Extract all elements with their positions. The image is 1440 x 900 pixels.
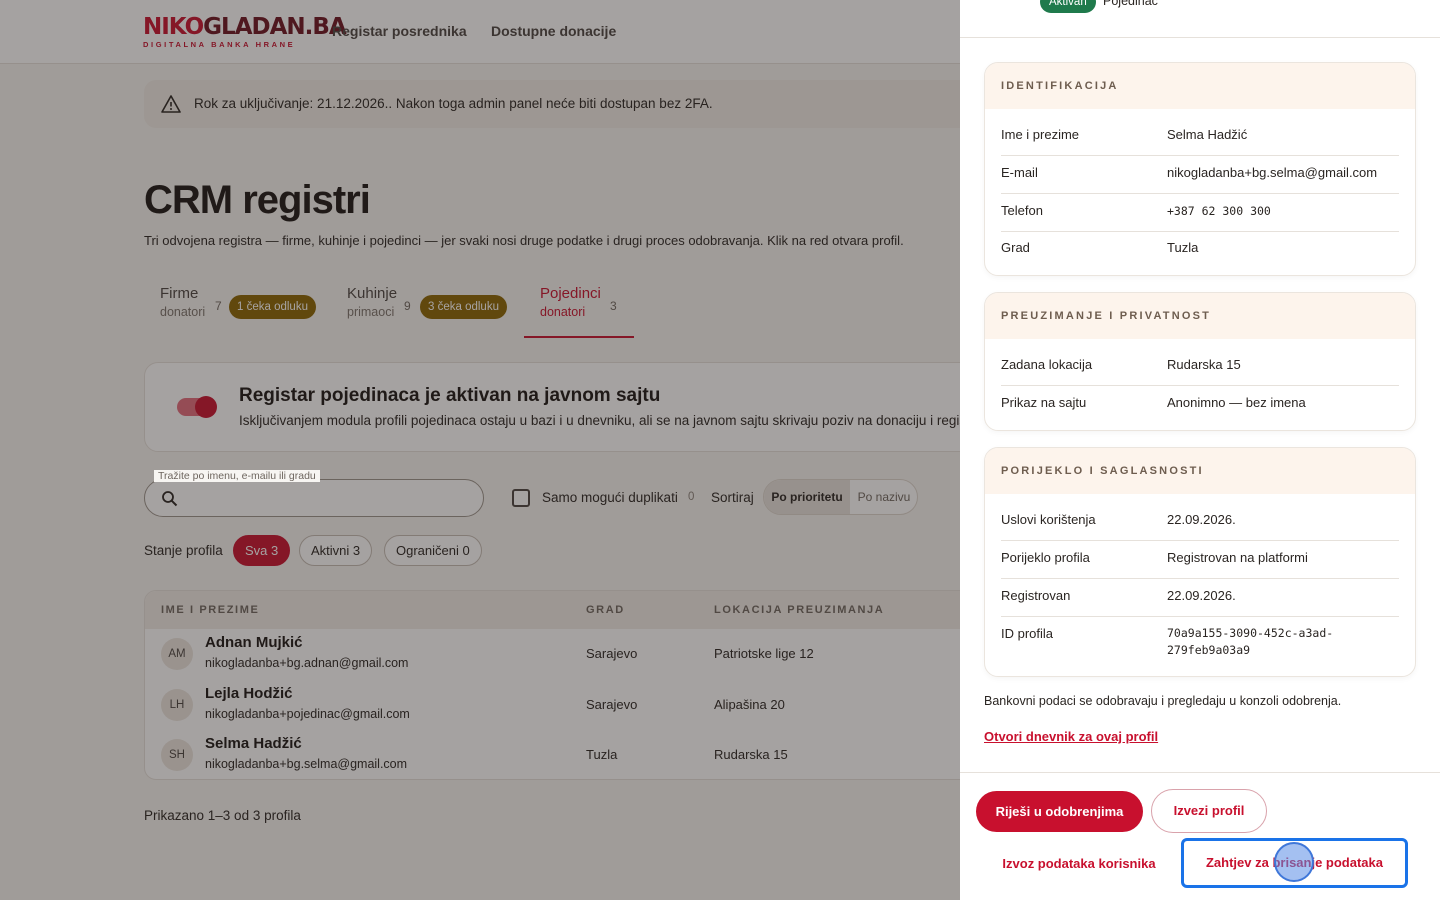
modal-backdrop[interactable] [0, 0, 960, 900]
detail-value: 22.09.2026. [1167, 512, 1236, 527]
open-audit-log-link[interactable]: Otvori dnevnik za ovaj profil [984, 729, 1158, 744]
pointer-cursor-indicator [1274, 842, 1314, 882]
detail-key: Zadana lokacija [1001, 357, 1093, 372]
detail-row: Grad Tuzla [1001, 232, 1399, 270]
detail-row: Zadana lokacija Rudarska 15 [1001, 339, 1399, 386]
detail-row: ID profila 70a9a155-3090-452c-a3ad-279fe… [1001, 617, 1399, 673]
detail-key: Uslovi korištenja [1001, 512, 1096, 527]
detail-value: Registrovan na platformi [1167, 550, 1308, 565]
status-badge: Aktivan [1040, 0, 1096, 13]
detail-key: Registrovan [1001, 588, 1071, 603]
detail-value: 22.09.2026. [1167, 588, 1236, 603]
detail-row: Uslovi korištenja 22.09.2026. [1001, 494, 1399, 541]
detail-key: Porijeklo profila [1001, 550, 1090, 565]
drawer-header: Aktivan Pojedinac [960, 0, 1440, 38]
detail-row: Registrovan 22.09.2026. [1001, 579, 1399, 617]
section-identification: IDENTIFIKACIJA Ime i prezime Selma Hadži… [984, 62, 1416, 276]
detail-value: Rudarska 15 [1167, 357, 1241, 372]
detail-row: Porijeklo profila Registrovan na platfor… [1001, 541, 1399, 579]
section-origin-consents: PORIJEKLO I SAGLASNOSTI Uslovi korištenj… [984, 447, 1416, 677]
detail-value: Tuzla [1167, 240, 1199, 255]
section-title: IDENTIFIKACIJA [985, 63, 1415, 109]
detail-value: Anonimno — bez imena [1167, 395, 1306, 410]
export-profile-button[interactable]: Izvezi profil [1151, 789, 1267, 833]
detail-row: Telefon +387 62 300 300 [1001, 194, 1399, 232]
detail-value: Selma Hadžić [1167, 127, 1248, 142]
detail-key: Telefon [1001, 203, 1043, 218]
detail-value: nikogladanba+bg.selma@gmail.com [1167, 165, 1378, 180]
detail-value: +387 62 300 300 [1167, 204, 1271, 218]
drawer-actions: Riješi u odobrenjima Izvezi profil Izvoz… [960, 772, 1440, 900]
profile-type: Pojedinac [1103, 0, 1158, 8]
detail-key: ID profila [1001, 626, 1054, 641]
detail-row: Prikaz na sajtu Anonimno — bez imena [1001, 386, 1399, 424]
section-pickup-privacy: PREUZIMANJE I PRIVATNOST Zadana lokacija… [984, 292, 1416, 431]
detail-key: Grad [1001, 240, 1030, 255]
detail-row: Ime i prezime Selma Hadžić [1001, 109, 1399, 156]
resolve-in-approvals-button[interactable]: Riješi u odobrenjima [976, 791, 1143, 832]
detail-row: E-mail nikogladanba+bg.selma@gmail.com [1001, 156, 1399, 194]
export-user-data-button[interactable]: Izvoz podataka korisnika [998, 853, 1160, 875]
section-title: PORIJEKLO I SAGLASNOSTI [985, 448, 1415, 494]
profile-drawer: Aktivan Pojedinac IDENTIFIKACIJA Ime i p… [960, 0, 1440, 900]
search-label: Tražite po imenu, e-mailu ili gradu [154, 470, 320, 482]
bank-data-note: Bankovni podaci se odobravaju i pregleda… [984, 694, 1342, 708]
profile-id-value: 70a9a155-3090-452c-a3ad-279feb9a03a9 [1167, 626, 1334, 657]
detail-key: E-mail [1001, 165, 1038, 180]
section-title: PREUZIMANJE I PRIVATNOST [985, 293, 1415, 339]
detail-key: Ime i prezime [1001, 127, 1080, 142]
detail-key: Prikaz na sajtu [1001, 395, 1087, 410]
